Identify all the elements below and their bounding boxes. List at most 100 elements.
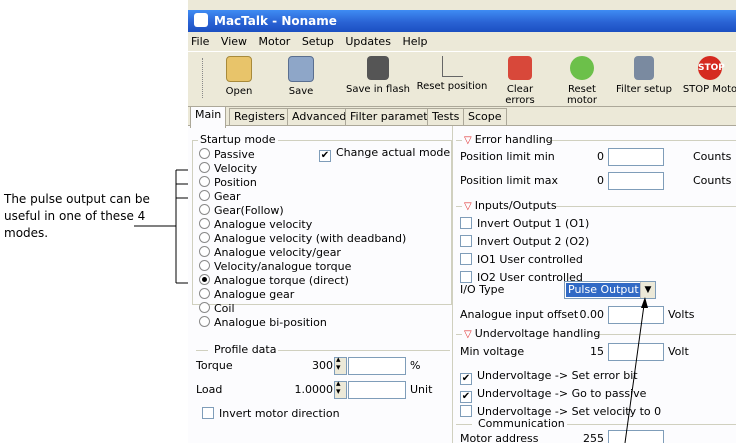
clear-errors-button[interactable]: Clear errors bbox=[491, 56, 549, 106]
save-in-flash-button[interactable]: Save in flash bbox=[343, 56, 413, 95]
undervoltage-go-to-passive-checkbox[interactable]: ✔ Undervoltage -> Go to passive bbox=[460, 387, 646, 403]
tab-main[interactable]: Main bbox=[190, 106, 227, 128]
radio-velocity-analogue-torque[interactable]: Velocity/analogue torque bbox=[199, 260, 351, 273]
radio-label: Velocity bbox=[214, 162, 258, 175]
radio-analogue-velocity[interactable]: Analogue velocity bbox=[199, 218, 312, 231]
error-divider bbox=[546, 140, 736, 141]
checkbox-box: ✔ bbox=[460, 391, 472, 403]
radio-gear[interactable]: Gear bbox=[199, 190, 241, 203]
torque-spinner[interactable] bbox=[334, 355, 347, 375]
radio-dot bbox=[199, 316, 210, 327]
error-handling-legend: ▽ Error handling bbox=[464, 133, 553, 146]
menu-setup[interactable]: Setup bbox=[302, 35, 334, 48]
radio-dot bbox=[199, 288, 210, 299]
radio-label: Coil bbox=[214, 302, 235, 315]
analogue-input-offset-unit: Volts bbox=[668, 308, 695, 321]
position-limit-min-value: 0 bbox=[597, 150, 604, 163]
motor-address-label: Motor address bbox=[460, 432, 539, 443]
radio-analogue-bi-position[interactable]: Analogue bi-position bbox=[199, 316, 327, 329]
radio-position[interactable]: Position bbox=[199, 176, 257, 189]
menu-motor[interactable]: Motor bbox=[259, 35, 291, 48]
invert-output-1-label: Invert Output 1 (O1) bbox=[477, 217, 590, 230]
position-limit-min-input[interactable] bbox=[608, 148, 664, 166]
io-divider bbox=[554, 206, 736, 207]
io1-user-controlled-checkbox[interactable]: IO1 User controlled bbox=[460, 253, 583, 266]
reset-position-button[interactable]: Reset position bbox=[414, 56, 490, 92]
checkbox-box bbox=[202, 407, 214, 419]
radio-label: Position bbox=[214, 176, 257, 189]
radio-dot bbox=[199, 260, 210, 271]
radio-analogue-torque-direct[interactable]: Analogue torque (direct) bbox=[199, 274, 349, 287]
io-type-selected: Pulse Output bbox=[566, 283, 640, 297]
folder-open-icon bbox=[226, 56, 252, 82]
menu-help[interactable]: Help bbox=[402, 35, 427, 48]
menu-updates[interactable]: Updates bbox=[345, 35, 391, 48]
annotation-callout: The pulse output can be useful in one of… bbox=[4, 192, 150, 240]
load-input[interactable] bbox=[348, 381, 406, 399]
menu-bar: File View Motor Setup Updates Help bbox=[188, 33, 736, 51]
open-label: Open bbox=[225, 86, 253, 97]
radio-passive[interactable]: Passive bbox=[199, 148, 255, 161]
invert-output-2-label: Invert Output 2 (O2) bbox=[477, 235, 590, 248]
checkbox-box bbox=[460, 217, 472, 229]
torque-unit: % bbox=[410, 359, 421, 372]
invert-output-2-checkbox[interactable]: Invert Output 2 (O2) bbox=[460, 235, 589, 248]
reset-motor-button[interactable]: Reset motor bbox=[552, 56, 612, 106]
invert-output-1-checkbox[interactable]: Invert Output 1 (O1) bbox=[460, 217, 589, 230]
radio-label: Velocity/analogue torque bbox=[214, 260, 352, 273]
radio-coil[interactable]: Coil bbox=[199, 302, 235, 315]
io-title: Inputs/Outputs bbox=[474, 199, 557, 212]
joystick-icon bbox=[634, 56, 654, 80]
filter-setup-button[interactable]: Filter setup bbox=[616, 56, 672, 95]
stop-motor-button[interactable]: STOP STOP Moto bbox=[680, 56, 736, 95]
chevron-down-icon[interactable]: ▼ bbox=[640, 282, 655, 298]
position-limit-max-label: Position limit max bbox=[460, 174, 558, 187]
radio-label: Passive bbox=[214, 148, 255, 161]
radio-dot bbox=[199, 204, 210, 215]
torque-input[interactable] bbox=[348, 357, 406, 375]
save-button[interactable]: Save bbox=[286, 56, 316, 97]
main-panel: Startup mode ✔ Change actual mode Passive… bbox=[188, 125, 736, 443]
radio-dot bbox=[199, 162, 210, 173]
undervoltage-title: Undervoltage handling bbox=[474, 327, 601, 340]
radio-label: Analogue torque (direct) bbox=[214, 274, 349, 287]
radio-dot bbox=[199, 148, 210, 159]
position-limit-max-unit: Counts bbox=[693, 174, 732, 187]
undervoltage-set-error-bit-checkbox[interactable]: ✔ Undervoltage -> Set error bit bbox=[460, 369, 638, 385]
load-spinner[interactable] bbox=[334, 379, 347, 399]
collapse-triangle-icon[interactable]: ▽ bbox=[464, 201, 472, 212]
radio-gear-follow[interactable]: Gear(Follow) bbox=[199, 204, 284, 217]
radio-analogue-gear[interactable]: Analogue gear bbox=[199, 288, 294, 301]
checkbox-box: ✔ bbox=[319, 150, 331, 162]
position-limit-max-input[interactable] bbox=[608, 172, 664, 190]
communication-legend: Communication bbox=[476, 417, 567, 430]
communication-divider bbox=[560, 424, 736, 425]
collapse-triangle-icon[interactable]: ▽ bbox=[464, 329, 472, 340]
radio-dot bbox=[199, 232, 210, 243]
position-limit-min-label: Position limit min bbox=[460, 150, 555, 163]
undervoltage-set-error-bit-label: Undervoltage -> Set error bit bbox=[477, 369, 638, 382]
undervoltage-divider bbox=[456, 334, 462, 335]
radio-label: Gear bbox=[214, 190, 241, 203]
change-actual-mode-checkbox[interactable]: ✔ Change actual mode bbox=[319, 146, 450, 162]
radio-analogue-velocity-gear[interactable]: Analogue velocity/gear bbox=[199, 246, 341, 259]
analogue-input-offset-input[interactable] bbox=[608, 306, 664, 324]
min-voltage-input[interactable] bbox=[608, 343, 664, 361]
change-actual-mode-label: Change actual mode bbox=[336, 146, 451, 159]
open-button[interactable]: Open bbox=[224, 56, 254, 97]
checkbox-box bbox=[460, 271, 472, 283]
radio-label: Gear(Follow) bbox=[214, 204, 284, 217]
min-voltage-unit: Volt bbox=[668, 345, 689, 358]
menu-view[interactable]: View bbox=[221, 35, 247, 48]
column-separator bbox=[452, 126, 453, 443]
invert-motor-direction-checkbox[interactable]: Invert motor direction bbox=[202, 407, 340, 420]
radio-analogue-velocity-deadband[interactable]: Analogue velocity (with deadband) bbox=[199, 232, 406, 245]
error-divider bbox=[456, 140, 462, 141]
collapse-triangle-icon[interactable]: ▽ bbox=[464, 135, 472, 146]
radio-velocity[interactable]: Velocity bbox=[199, 162, 257, 175]
clear-errors-label: Clear errors bbox=[505, 84, 535, 106]
motor-address-input[interactable] bbox=[608, 430, 664, 443]
error-handling-title: Error handling bbox=[474, 133, 553, 146]
menu-file[interactable]: File bbox=[191, 35, 209, 48]
io-type-dropdown[interactable]: Pulse Output ▼ bbox=[564, 281, 656, 299]
